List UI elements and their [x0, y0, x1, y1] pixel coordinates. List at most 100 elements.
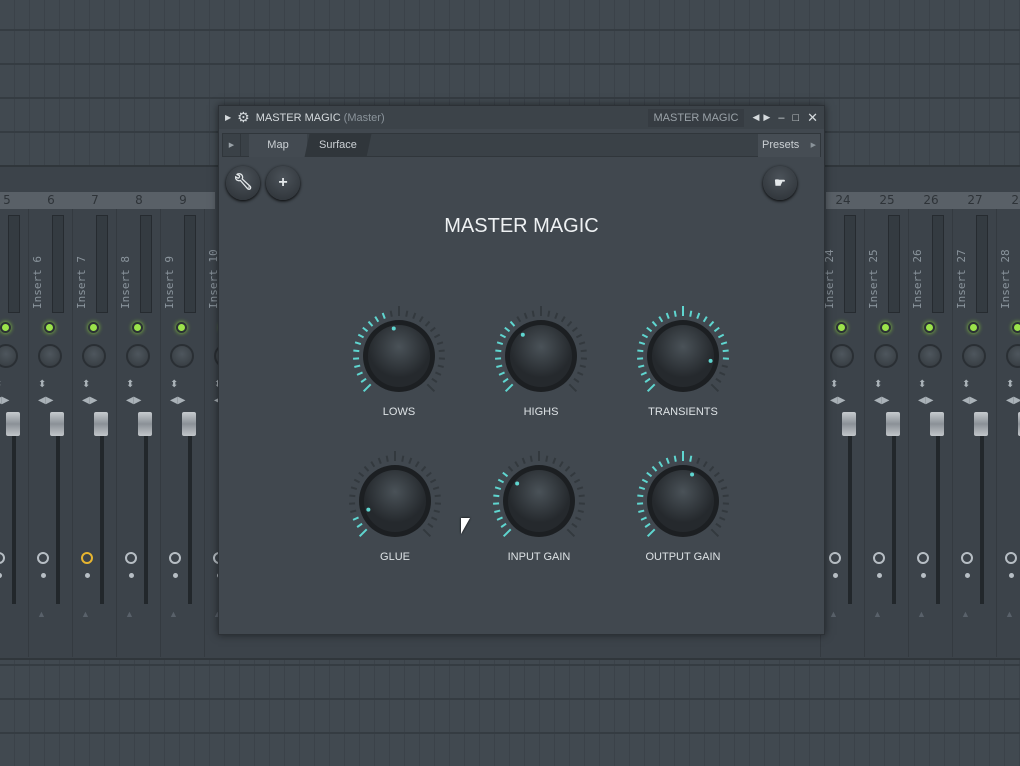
pan-knob[interactable]: [0, 344, 18, 368]
enable-led[interactable]: [88, 322, 99, 333]
route-dot[interactable]: [833, 573, 838, 578]
volume-fader-handle[interactable]: [50, 412, 64, 436]
pan-knob[interactable]: [962, 344, 986, 368]
enable-led[interactable]: [132, 322, 143, 333]
volume-fader-track[interactable]: [56, 414, 60, 604]
stereo-separation-icon[interactable]: ⬍: [170, 379, 178, 390]
stereo-separation-icon[interactable]: ⬍: [82, 379, 90, 390]
route-arrow-icon[interactable]: ▲: [1005, 609, 1014, 619]
enable-led[interactable]: [968, 322, 979, 333]
tabs-menu-arrow-icon[interactable]: ▶: [223, 134, 241, 157]
stereo-separation-icon[interactable]: ⬍: [126, 379, 134, 390]
prev-preset-icon[interactable]: ◀: [752, 112, 759, 123]
stereo-separation-icon[interactable]: ⬍: [918, 379, 926, 390]
swap-channels-icon[interactable]: ◀▶: [38, 395, 53, 406]
latency-clock-icon[interactable]: [125, 552, 137, 564]
tab-surface[interactable]: Surface: [304, 134, 372, 157]
route-dot[interactable]: [1009, 573, 1014, 578]
mixer-strip[interactable]: 24 Insert 24 ⬍ ◀▶ ▲: [820, 193, 864, 657]
wrench-button[interactable]: 🔧︎: [226, 166, 260, 200]
stereo-separation-icon[interactable]: ⬍: [1006, 379, 1014, 390]
add-button[interactable]: +: [266, 166, 300, 200]
stereo-separation-icon[interactable]: ⬍: [962, 379, 970, 390]
route-arrow-icon[interactable]: ▲: [829, 609, 838, 619]
pan-knob[interactable]: [1006, 344, 1020, 368]
pan-knob[interactable]: [874, 344, 898, 368]
minimize-icon[interactable]: ‒: [778, 112, 784, 124]
volume-fader-handle[interactable]: [886, 412, 900, 436]
volume-fader-handle[interactable]: [842, 412, 856, 436]
route-arrow-icon[interactable]: ▲: [125, 609, 134, 619]
volume-fader-track[interactable]: [936, 414, 940, 604]
knob-glue[interactable]: GLUE: [345, 451, 445, 571]
route-dot[interactable]: [129, 573, 134, 578]
swap-channels-icon[interactable]: ◀▶: [830, 395, 845, 406]
mixer-strip[interactable]: 27 Insert 27 ⬍ ◀▶ ▲: [952, 193, 996, 657]
volume-fader-track[interactable]: [848, 414, 852, 604]
route-dot[interactable]: [965, 573, 970, 578]
latency-clock-icon[interactable]: [917, 552, 929, 564]
mixer-strip[interactable]: 9 Insert 9 ⬍ ◀▶ ▲: [160, 193, 204, 657]
hand-pointer-button[interactable]: ☛: [763, 166, 797, 200]
enable-led[interactable]: [1012, 322, 1020, 333]
volume-fader-handle[interactable]: [138, 412, 152, 436]
gear-icon[interactable]: ⚙: [237, 109, 250, 126]
route-dot[interactable]: [877, 573, 882, 578]
enable-led[interactable]: [176, 322, 187, 333]
pan-knob[interactable]: [170, 344, 194, 368]
knob-output-gain[interactable]: OUTPUT GAIN: [633, 451, 733, 571]
volume-fader-handle[interactable]: [974, 412, 988, 436]
route-arrow-icon[interactable]: ▲: [0, 609, 2, 619]
pan-knob[interactable]: [126, 344, 150, 368]
next-preset-icon[interactable]: ▶: [763, 112, 770, 123]
swap-channels-icon[interactable]: ◀▶: [874, 395, 889, 406]
swap-channels-icon[interactable]: ◀▶: [126, 395, 141, 406]
route-arrow-icon[interactable]: ▲: [917, 609, 926, 619]
route-arrow-icon[interactable]: ▲: [873, 609, 882, 619]
volume-fader-handle[interactable]: [94, 412, 108, 436]
enable-led[interactable]: [0, 322, 11, 333]
maximize-icon[interactable]: □: [792, 112, 799, 124]
latency-clock-icon[interactable]: [1005, 552, 1017, 564]
tab-map[interactable]: Map: [249, 134, 307, 157]
latency-clock-icon[interactable]: [0, 552, 5, 564]
route-arrow-icon[interactable]: ▲: [961, 609, 970, 619]
swap-channels-icon[interactable]: ◀▶: [0, 395, 9, 406]
mixer-strip[interactable]: 6 Insert 6 ⬍ ◀▶ ▲: [28, 193, 72, 657]
volume-fader-handle[interactable]: [6, 412, 20, 436]
route-dot[interactable]: [921, 573, 926, 578]
latency-clock-icon[interactable]: [169, 552, 181, 564]
mixer-strip[interactable]: 28 Insert 28 ⬍ ◀▶ ▲: [996, 193, 1020, 657]
route-arrow-icon[interactable]: ▲: [37, 609, 46, 619]
mixer-strip[interactable]: 25 Insert 25 ⬍ ◀▶ ▲: [864, 193, 908, 657]
route-arrow-icon[interactable]: ▲: [81, 609, 90, 619]
stereo-separation-icon[interactable]: ⬍: [874, 379, 882, 390]
swap-channels-icon[interactable]: ◀▶: [918, 395, 933, 406]
latency-clock-icon[interactable]: [829, 552, 841, 564]
volume-fader-track[interactable]: [188, 414, 192, 604]
knob-input-gain[interactable]: INPUT GAIN: [489, 451, 589, 571]
route-dot[interactable]: [173, 573, 178, 578]
route-dot[interactable]: [85, 573, 90, 578]
enable-led[interactable]: [836, 322, 847, 333]
volume-fader-track[interactable]: [892, 414, 896, 604]
latency-clock-icon[interactable]: [81, 552, 93, 564]
swap-channels-icon[interactable]: ◀▶: [962, 395, 977, 406]
presets-button[interactable]: Presets ▶: [758, 134, 820, 157]
swap-channels-icon[interactable]: ◀▶: [170, 395, 185, 406]
route-dot[interactable]: [0, 573, 2, 578]
mixer-strip[interactable]: 8 Insert 8 ⬍ ◀▶ ▲: [116, 193, 160, 657]
stereo-separation-icon[interactable]: ⬍: [830, 379, 838, 390]
pan-knob[interactable]: [38, 344, 62, 368]
mixer-strip[interactable]: 5 Insert 5 ⬍ ◀▶ ▲: [0, 193, 28, 657]
enable-led[interactable]: [44, 322, 55, 333]
volume-fader-handle[interactable]: [182, 412, 196, 436]
latency-clock-icon[interactable]: [37, 552, 49, 564]
route-dot[interactable]: [41, 573, 46, 578]
mixer-strip[interactable]: 7 Insert 7 ⬍ ◀▶ ▲: [72, 193, 116, 657]
volume-fader-track[interactable]: [144, 414, 148, 604]
collapse-arrow-icon[interactable]: ▶: [225, 113, 231, 122]
enable-led[interactable]: [924, 322, 935, 333]
volume-fader-track[interactable]: [980, 414, 984, 604]
swap-channels-icon[interactable]: ◀▶: [1006, 395, 1020, 406]
